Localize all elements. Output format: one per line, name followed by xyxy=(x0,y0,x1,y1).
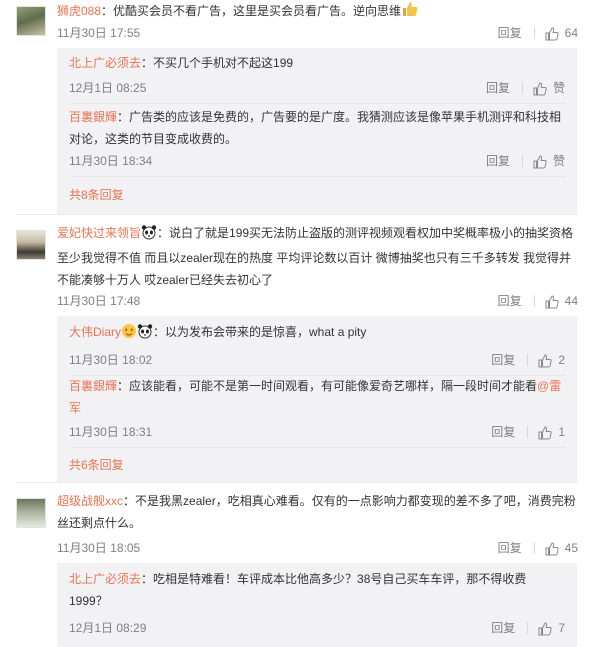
reply-button[interactable]: 回复 xyxy=(491,350,527,370)
like-button[interactable]: 赞 xyxy=(533,151,565,171)
reply-button[interactable]: 回复 xyxy=(491,422,527,442)
comment-divider xyxy=(16,214,578,215)
like-button[interactable]: 44 xyxy=(545,291,578,311)
action-divider xyxy=(533,27,535,39)
thumb-up-icon xyxy=(545,295,559,309)
reply-item: 北上广必须去：吃相是特难看！车评成本比他高多少？38号自己买车车评，那不得收费1… xyxy=(69,568,565,636)
like-count: 45 xyxy=(564,541,578,555)
thumbs-up-emoji-icon xyxy=(401,0,419,25)
comment-time: 11月30日 18:05 xyxy=(57,541,141,555)
heart-eyes-emoji-icon xyxy=(121,323,137,346)
reply-divider xyxy=(69,103,565,104)
reply-time: 11月30日 18:02 xyxy=(69,353,153,367)
action-divider xyxy=(527,426,529,438)
like-count: 44 xyxy=(564,294,578,308)
reply-button[interactable]: 回复 xyxy=(498,291,534,311)
thumb-up-icon xyxy=(538,622,552,636)
thumb-up-icon xyxy=(533,82,547,96)
like-count: 7 xyxy=(558,621,565,635)
comment-username[interactable]: 超级战舰xxc xyxy=(57,494,123,508)
reply-time: 12月1日 08:29 xyxy=(69,621,147,635)
comment-text: 超级战舰xxc：不是我黑zealer，吃相真心难看。仅有的一点影响力都变现的差不… xyxy=(57,494,576,530)
reply-time: 11月30日 18:31 xyxy=(69,425,153,439)
like-button[interactable]: 1 xyxy=(538,422,565,442)
comment-username[interactable]: 狮虎088 xyxy=(57,4,101,18)
thumb-up-icon xyxy=(538,354,552,368)
reply-thread: 北上广必须去：吃相是特难看！车评成本比他高多少？38号自己买车车评，那不得收费1… xyxy=(57,563,577,647)
avatar[interactable] xyxy=(16,498,46,528)
like-count: 赞 xyxy=(552,154,565,168)
action-divider xyxy=(521,82,523,94)
reply-button[interactable]: 回复 xyxy=(498,23,534,43)
reply-username[interactable]: 北上广必须去 xyxy=(69,56,141,70)
reply-time: 12月1日 08:25 xyxy=(69,81,147,95)
reply-thread: 北上广必须去：不买几个手机对不起这199 12月1日 08:25 回复 赞 百裏… xyxy=(57,48,577,214)
like-count: 1 xyxy=(558,425,565,439)
thumb-up-icon xyxy=(538,426,552,440)
reply-username[interactable]: 百裏銀輝 xyxy=(69,379,117,393)
reply-button[interactable]: 回复 xyxy=(486,78,522,98)
comment-time: 11月30日 17:55 xyxy=(57,26,141,40)
reply-time: 11月30日 18:34 xyxy=(69,154,153,168)
more-replies-link[interactable]: 共8条回复 xyxy=(69,186,124,203)
more-replies-link[interactable]: 共6条回复 xyxy=(69,456,124,473)
reply-username[interactable]: 北上广必须去 xyxy=(69,572,141,586)
thumb-up-icon xyxy=(545,27,559,41)
avatar[interactable] xyxy=(16,230,46,260)
like-count: 2 xyxy=(558,353,565,367)
comment-text: 爱妃快过来领旨 ：说白了就是199买无法防止盗版的测评视频观看权加中奖概率极小的抽… xyxy=(57,224,574,287)
action-divider xyxy=(521,155,523,167)
like-button[interactable]: 赞 xyxy=(533,78,565,98)
comment-username[interactable]: 爱妃快过来领旨 xyxy=(57,226,141,240)
action-divider xyxy=(533,542,535,554)
reply-item: 百裏銀輝：广告类的应该是免费的，广告要的是广度。我猜测应该是像苹果手机测评和科技… xyxy=(69,106,565,169)
reply-divider xyxy=(69,447,565,448)
action-divider xyxy=(527,354,529,366)
avatar[interactable] xyxy=(16,6,46,36)
reply-username[interactable]: 大伟Diary xyxy=(69,325,121,339)
comment-text: 狮虎088：优酷买会员不看广告，这里是买会员看广告。逆向思维 xyxy=(57,0,578,25)
comment-meta: 11月30日 17:55 回复 64 xyxy=(57,23,578,43)
like-button[interactable]: 7 xyxy=(538,618,565,638)
like-button[interactable]: 64 xyxy=(545,23,578,43)
reply-username[interactable]: 百裏銀輝 xyxy=(69,110,117,124)
reply-item: 百裏銀輝：应该能看，可能不是第一时间观看，有可能像爱奇艺哪样，隔一段时间才能看@… xyxy=(69,375,565,440)
like-count: 64 xyxy=(564,26,578,40)
comment-divider xyxy=(16,482,578,483)
reply-item: 大伟Diary ：以为发布会带来的是惊喜，what a pity 11月30日 1… xyxy=(69,321,565,368)
action-divider xyxy=(527,622,529,634)
thumb-up-icon xyxy=(533,155,547,169)
panda-emoji-icon xyxy=(137,323,153,346)
reply-button[interactable]: 回复 xyxy=(498,538,534,558)
like-button[interactable]: 2 xyxy=(538,350,565,370)
reply-item: 北上广必须去：不买几个手机对不起这199 12月1日 08:25 回复 赞 xyxy=(69,52,565,96)
thumb-up-icon xyxy=(545,542,559,556)
comment-time: 11月30日 17:48 xyxy=(57,294,141,308)
panda-emoji-icon xyxy=(141,224,157,247)
like-button[interactable]: 45 xyxy=(545,538,578,558)
action-divider xyxy=(533,295,535,307)
reply-divider xyxy=(69,176,565,177)
reply-button[interactable]: 回复 xyxy=(491,618,527,638)
comment-meta: 11月30日 18:05 回复 45 xyxy=(57,538,578,558)
reply-thread: 大伟Diary ：以为发布会带来的是惊喜，what a pity 11月30日 1… xyxy=(57,316,577,482)
reply-button[interactable]: 回复 xyxy=(486,151,522,171)
like-count: 赞 xyxy=(552,81,565,95)
comment-meta: 11月30日 17:48 回复 44 xyxy=(57,291,578,311)
